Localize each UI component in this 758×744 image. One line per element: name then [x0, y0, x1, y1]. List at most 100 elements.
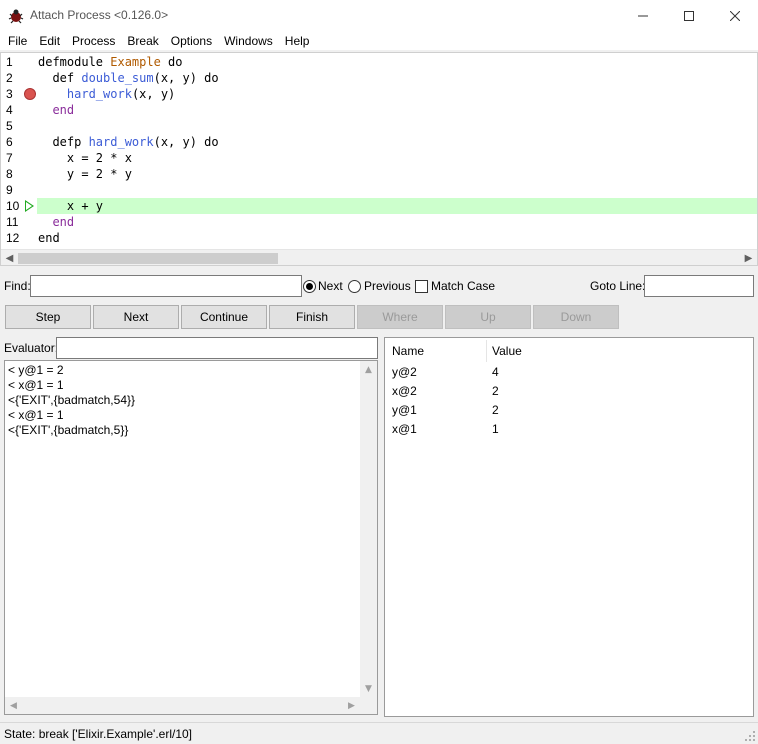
code-token: hard_work [88, 135, 154, 149]
code-line[interactable]: 12 end [1, 230, 757, 246]
find-label: Find: [4, 279, 31, 293]
code-line[interactable]: 3 hard_work(x, y) [1, 86, 757, 102]
next-radio[interactable] [303, 280, 316, 293]
scroll-right-icon[interactable]: ▶ [740, 250, 757, 265]
menu-options[interactable]: Options [165, 31, 218, 51]
evaluator-output[interactable]: < y@1 = 2 < x@1 = 1 <{'EXIT',{badmatch,54}… [4, 360, 378, 715]
evaluator-horizontal-scrollbar[interactable]: ◀ ▶ [5, 697, 377, 714]
line-gutter[interactable]: 12 [1, 230, 37, 246]
line-gutter[interactable]: 8 [1, 166, 37, 182]
menu-bar: File Edit Process Break Options Windows … [0, 31, 758, 51]
line-number: 3 [6, 87, 13, 101]
match-case-checkbox[interactable] [415, 280, 428, 293]
line-gutter[interactable]: 7 [1, 150, 37, 166]
find-input[interactable] [30, 275, 302, 297]
code-line[interactable]: 4 end [1, 102, 757, 118]
evaluator-input[interactable] [56, 337, 378, 359]
previous-radio-label: Previous [364, 279, 411, 293]
maximize-icon [684, 10, 694, 21]
close-button[interactable] [712, 0, 758, 31]
code-token: Example [110, 55, 161, 69]
scroll-left-icon[interactable]: ◀ [5, 697, 22, 714]
minimize-button[interactable] [620, 0, 666, 31]
line-number: 7 [6, 151, 13, 165]
line-number: 4 [6, 103, 13, 117]
scroll-up-icon[interactable]: ▲ [360, 361, 377, 378]
binding-row[interactable]: x@1 1 [385, 420, 753, 439]
down-button[interactable]: Down [533, 305, 619, 329]
code-token: x = 2 * x [38, 151, 132, 165]
code-line[interactable]: 9 [1, 182, 757, 198]
code-line[interactable]: 10 x + y [1, 198, 757, 214]
maximize-button[interactable] [666, 0, 712, 31]
code-line[interactable]: 2 def double_sum(x, y) do [1, 70, 757, 86]
code-token: y = 2 * y [38, 167, 132, 181]
scroll-right-icon[interactable]: ▶ [343, 697, 360, 714]
menu-process[interactable]: Process [66, 31, 121, 51]
line-gutter[interactable]: 3 [1, 86, 37, 102]
breakpoint-icon[interactable] [24, 88, 36, 100]
menu-break[interactable]: Break [121, 31, 164, 51]
goto-line-label: Goto Line: [590, 279, 646, 293]
title-bar: Attach Process <0.126.0> [0, 0, 758, 31]
next-button[interactable]: Next [93, 305, 179, 329]
code-text: end [38, 214, 74, 230]
code-line[interactable]: 5 [1, 118, 757, 134]
column-header-name[interactable]: Name [392, 338, 424, 364]
up-button[interactable]: Up [445, 305, 531, 329]
evaluator-output-line: < x@1 = 1 [8, 408, 64, 422]
code-line[interactable]: 11 end [1, 214, 757, 230]
binding-name: x@2 [392, 384, 417, 398]
line-number: 1 [6, 55, 13, 69]
previous-radio[interactable] [348, 280, 361, 293]
line-gutter[interactable]: 4 [1, 102, 37, 118]
code-line[interactable]: 1 defmodule Example do [1, 54, 757, 70]
code-view[interactable]: 1 defmodule Example do 2 def double_sum(x,… [0, 52, 758, 266]
scrollbar-thumb[interactable] [18, 253, 278, 264]
step-button[interactable]: Step [5, 305, 91, 329]
current-line-arrow-icon [25, 200, 34, 212]
code-token: end [38, 103, 75, 117]
code-token: defmodule [38, 55, 111, 69]
line-gutter[interactable]: 2 [1, 70, 37, 86]
line-number: 6 [6, 135, 13, 149]
line-gutter[interactable]: 5 [1, 118, 37, 134]
line-gutter[interactable]: 10 [1, 198, 37, 214]
continue-button[interactable]: Continue [181, 305, 267, 329]
next-radio-label: Next [318, 279, 343, 293]
column-header-value[interactable]: Value [492, 338, 522, 364]
binding-row[interactable]: x@2 2 [385, 382, 753, 401]
menu-help[interactable]: Help [279, 31, 316, 51]
scroll-left-icon[interactable]: ◀ [1, 250, 18, 265]
code-text: end [38, 102, 74, 118]
menu-windows[interactable]: Windows [218, 31, 279, 51]
code-text: def double_sum(x, y) do [38, 70, 219, 86]
code-line[interactable]: 8 y = 2 * y [1, 166, 757, 182]
evaluator-vertical-scrollbar[interactable]: ▲ ▼ [360, 361, 377, 697]
binding-row[interactable]: y@1 2 [385, 401, 753, 420]
code-token: hard_work [66, 87, 132, 101]
minimize-icon [638, 15, 648, 16]
code-token: (x, y) do [153, 71, 219, 85]
column-separator[interactable] [486, 340, 487, 362]
line-gutter[interactable]: 9 [1, 182, 37, 198]
finish-button[interactable]: Finish [269, 305, 355, 329]
scroll-down-icon[interactable]: ▼ [360, 680, 377, 697]
binding-name: x@1 [392, 422, 417, 436]
where-button[interactable]: Where [357, 305, 443, 329]
line-gutter[interactable]: 11 [1, 214, 37, 230]
bindings-list[interactable]: Name Value y@2 4 x@2 2 y@1 2 x@1 1 [384, 337, 754, 717]
line-number: 10 [6, 199, 20, 213]
resize-grip-icon[interactable] [744, 730, 756, 742]
code-line[interactable]: 7 x = 2 * x [1, 150, 757, 166]
line-gutter[interactable]: 1 [1, 54, 37, 70]
close-icon [730, 10, 740, 21]
menu-file[interactable]: File [2, 31, 33, 51]
line-gutter[interactable]: 6 [1, 134, 37, 150]
code-line[interactable]: 6 defp hard_work(x, y) do [1, 134, 757, 150]
binding-value: 2 [492, 384, 499, 398]
code-horizontal-scrollbar[interactable]: ◀ ▶ [1, 249, 757, 265]
menu-edit[interactable]: Edit [33, 31, 66, 51]
binding-row[interactable]: y@2 4 [385, 363, 753, 382]
goto-line-input[interactable] [644, 275, 754, 297]
